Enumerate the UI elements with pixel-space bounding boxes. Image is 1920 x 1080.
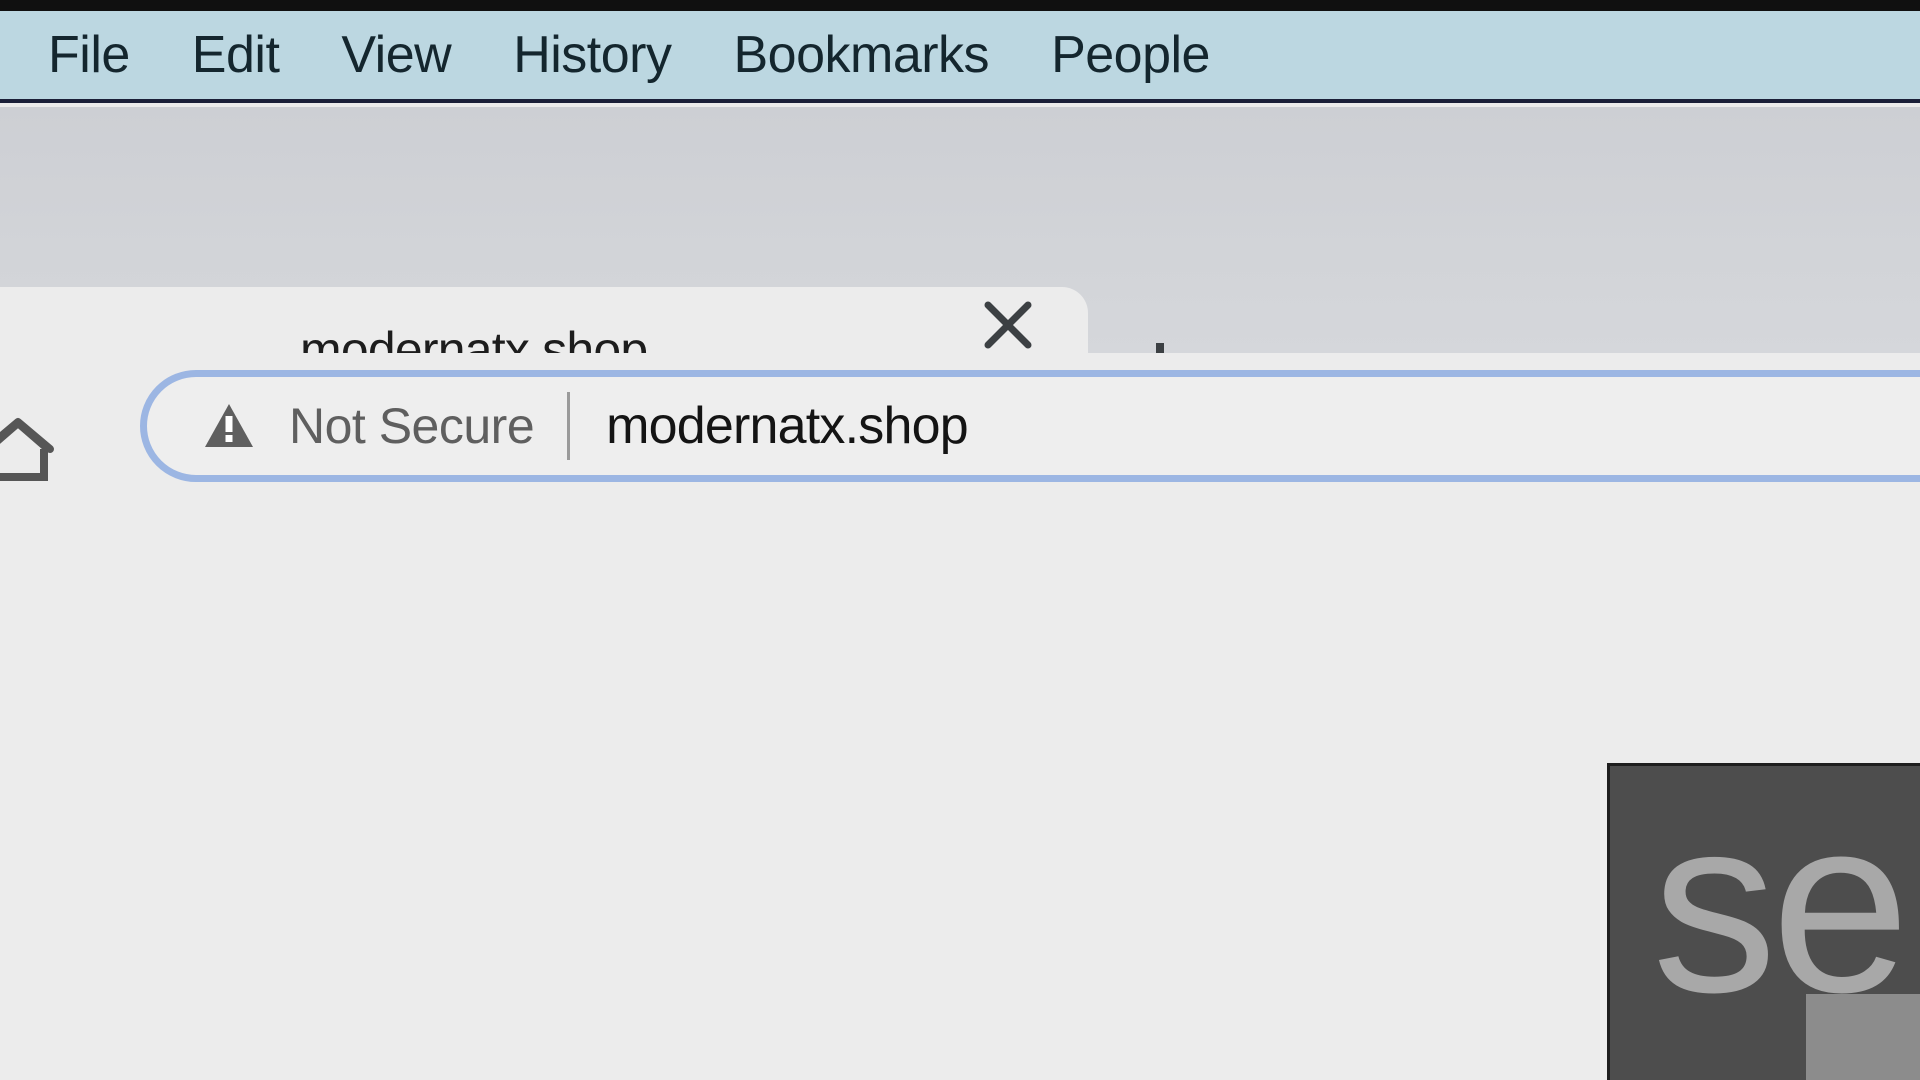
menu-bookmarks[interactable]: Bookmarks (733, 29, 989, 81)
window-titlebar (0, 0, 1920, 11)
browser-toolbar: Not Secure modernatx.shop (0, 353, 1920, 498)
menu-people[interactable]: People (1051, 29, 1210, 81)
menu-file[interactable]: File (48, 29, 130, 81)
address-bar[interactable]: Not Secure modernatx.shop (140, 370, 1920, 482)
warning-triangle-icon (205, 404, 253, 447)
menu-bar: File Edit View History Bookmarks People (0, 11, 1920, 103)
media-placeholder-block (1806, 994, 1920, 1080)
tab-strip: modernatx.shop (0, 107, 1920, 460)
home-icon[interactable] (0, 411, 58, 491)
url-text[interactable]: modernatx.shop (606, 396, 968, 456)
page-content: se (0, 498, 1920, 1080)
security-status-label: Not Secure (289, 398, 535, 454)
menu-view[interactable]: View (341, 29, 451, 81)
menu-history[interactable]: History (513, 29, 672, 81)
media-wordmark: se (1652, 765, 1910, 1044)
media-thumbnail[interactable]: se (1607, 763, 1920, 1080)
omnibox-separator (567, 392, 571, 460)
close-icon[interactable] (972, 289, 1044, 361)
menu-edit[interactable]: Edit (192, 29, 280, 81)
browser-window: File Edit View History Bookmarks People … (0, 0, 1920, 1080)
